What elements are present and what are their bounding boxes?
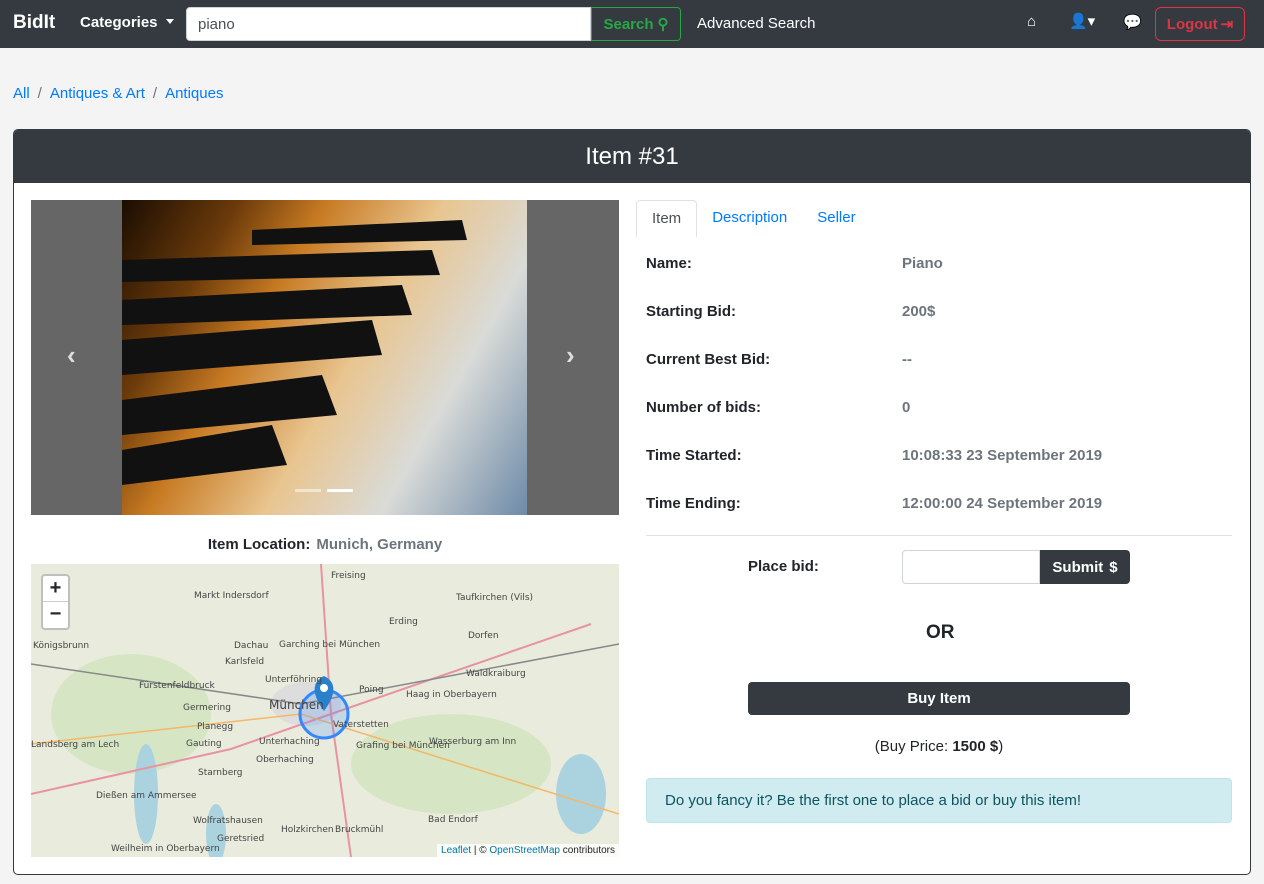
map-place-label: Fürstenfeldbruck [139, 681, 216, 691]
starting-bid-label: Starting Bid: [646, 303, 736, 320]
buy-item-button[interactable]: Buy Item [748, 682, 1130, 715]
user-menu-icon[interactable]: 👤▾ [1069, 12, 1095, 30]
map-place-label: Geretsried [217, 834, 264, 844]
location-value: Munich, Germany [316, 536, 443, 553]
price-value: 1500 $ [952, 738, 999, 755]
zoom-out-button[interactable]: − [43, 602, 68, 628]
price-suffix: ) [998, 738, 1004, 755]
brand-logo[interactable]: BidIt [13, 12, 55, 34]
map-place-label: Unterhaching [259, 737, 320, 747]
map-place-label: Weilheim in Oberbayern [111, 844, 220, 854]
info-alert: Do you fancy it? Be the first one to pla… [646, 778, 1232, 823]
carousel-next-button[interactable]: › [566, 340, 575, 371]
map-attribution: Leaflet | © OpenStreetMap contributors [437, 844, 619, 857]
logout-label: Logout [1166, 15, 1218, 33]
navbar: BidIt Categories Search⚲ Advanced Search… [0, 0, 1264, 48]
num-bids-value: 0 [902, 399, 911, 416]
image-carousel[interactable]: ‹ › [31, 200, 619, 515]
map-place-label: Gauting [186, 739, 222, 749]
buy-price: (Buy Price: 1500 $) [748, 738, 1130, 755]
submit-bid-button[interactable]: Submit $ [1040, 550, 1130, 584]
map-place-label: Markt Indersdorf [194, 591, 269, 601]
map-place-label: Oberhaching [256, 755, 314, 765]
map-place-label: Garching bei München [279, 640, 380, 650]
search-button[interactable]: Search ⚲ [591, 7, 681, 41]
current-bid-label: Current Best Bid: [646, 351, 771, 368]
name-value: Piano [902, 255, 943, 272]
map-place-label: Planegg [197, 722, 233, 732]
map-place-label: Bad Endorf [428, 815, 479, 825]
logout-button[interactable]: Logout ⇥ [1155, 7, 1245, 41]
item-location: Item Location: Munich, Germany [31, 536, 619, 553]
tab-description[interactable]: Description [697, 200, 802, 237]
attribution-sep: | © [471, 845, 490, 856]
attribution-tail: contributors [559, 845, 615, 856]
divider [646, 535, 1232, 536]
zoom-in-button[interactable]: + [43, 576, 68, 602]
dollar-icon: $ [1109, 558, 1118, 576]
price-prefix: (Buy Price: [874, 738, 953, 755]
map-place-label: Wasserburg am Inn [429, 737, 516, 747]
or-separator: OR [926, 622, 955, 643]
item-title: Item #31 [14, 130, 1250, 183]
carousel-indicator-1[interactable] [295, 489, 321, 492]
tab-item[interactable]: Item [636, 200, 698, 237]
map-place-label: Königsbrunn [33, 641, 89, 651]
osm-link[interactable]: OpenStreetMap [489, 845, 560, 856]
item-card: Item #31 ‹ › Item Location: Munich, Germa… [13, 129, 1251, 875]
leaflet-link[interactable]: Leaflet [441, 845, 471, 856]
map-place-label: Dorfen [468, 631, 499, 641]
carousel-indicator-2[interactable] [327, 489, 353, 492]
num-bids-label: Number of bids: [646, 399, 761, 416]
map-zoom-control: + − [41, 574, 70, 630]
map-place-label: Dachau [234, 641, 268, 651]
location-label: Item Location: [207, 536, 311, 553]
breadcrumb-antiques-art[interactable]: Antiques & Art [50, 85, 145, 102]
map-place-label: Germering [183, 703, 231, 713]
map-place-label: Starnberg [198, 768, 243, 778]
map-place-label: Dießen am Ammersee [96, 791, 197, 801]
breadcrumb: All / Antiques & Art / Antiques [13, 85, 224, 102]
search-label: Search [603, 15, 654, 33]
search-icon: ⚲ [657, 16, 669, 33]
time-ending-label: Time Ending: [646, 495, 741, 512]
map-place-label: Karlsfeld [225, 657, 264, 667]
name-label: Name: [646, 255, 692, 272]
map-place-label: Unterföhring [265, 675, 322, 685]
time-ending-value: 12:00:00 24 September 2019 [902, 495, 1103, 512]
map-place-label: Vaterstetten [333, 720, 389, 730]
map-place-label: Haag in Oberbayern [406, 690, 497, 700]
piano-image [122, 200, 527, 515]
map-place-label: Bruckmühl [335, 825, 383, 835]
search-input[interactable] [186, 7, 591, 41]
time-started-label: Time Started: [646, 447, 742, 464]
chat-icon[interactable]: 💬 [1123, 13, 1142, 31]
map-place-label: Holzkirchen [281, 825, 334, 835]
map-place-label: Poing [359, 685, 384, 695]
bid-amount-input[interactable] [902, 550, 1040, 584]
categories-dropdown[interactable]: Categories [80, 14, 174, 31]
place-bid-label: Place bid: [748, 558, 819, 575]
breadcrumb-all[interactable]: All [13, 85, 30, 102]
map-place-label: München [269, 698, 324, 712]
map-place-label: Taufkirchen (Vils) [455, 593, 533, 603]
tab-seller[interactable]: Seller [802, 200, 870, 237]
location-map[interactable]: Freising Markt Indersdorf Taufkirchen (Vil… [31, 564, 619, 857]
sign-out-icon: ⇥ [1220, 16, 1234, 33]
current-bid-value: -- [902, 351, 912, 368]
advanced-search-link[interactable]: Advanced Search [697, 15, 815, 32]
map-place-label: Waldkraiburg [466, 669, 526, 679]
map-tiles: Freising Markt Indersdorf Taufkirchen (Vil… [31, 564, 619, 857]
breadcrumb-antiques[interactable]: Antiques [165, 85, 223, 102]
time-started-value: 10:08:33 23 September 2019 [902, 447, 1103, 464]
carousel-prev-button[interactable]: ‹ [67, 340, 76, 371]
map-place-label: Wolfratshausen [193, 816, 263, 826]
map-place-label: Landsberg am Lech [31, 740, 119, 750]
submit-label: Submit [1052, 558, 1104, 576]
map-place-label: Erding [389, 617, 418, 627]
home-icon[interactable]: ⌂ [1027, 13, 1036, 30]
map-place-label: Freising [331, 571, 366, 581]
starting-bid-value: 200$ [902, 303, 936, 320]
item-tabs: Item Description Seller [636, 200, 1232, 237]
